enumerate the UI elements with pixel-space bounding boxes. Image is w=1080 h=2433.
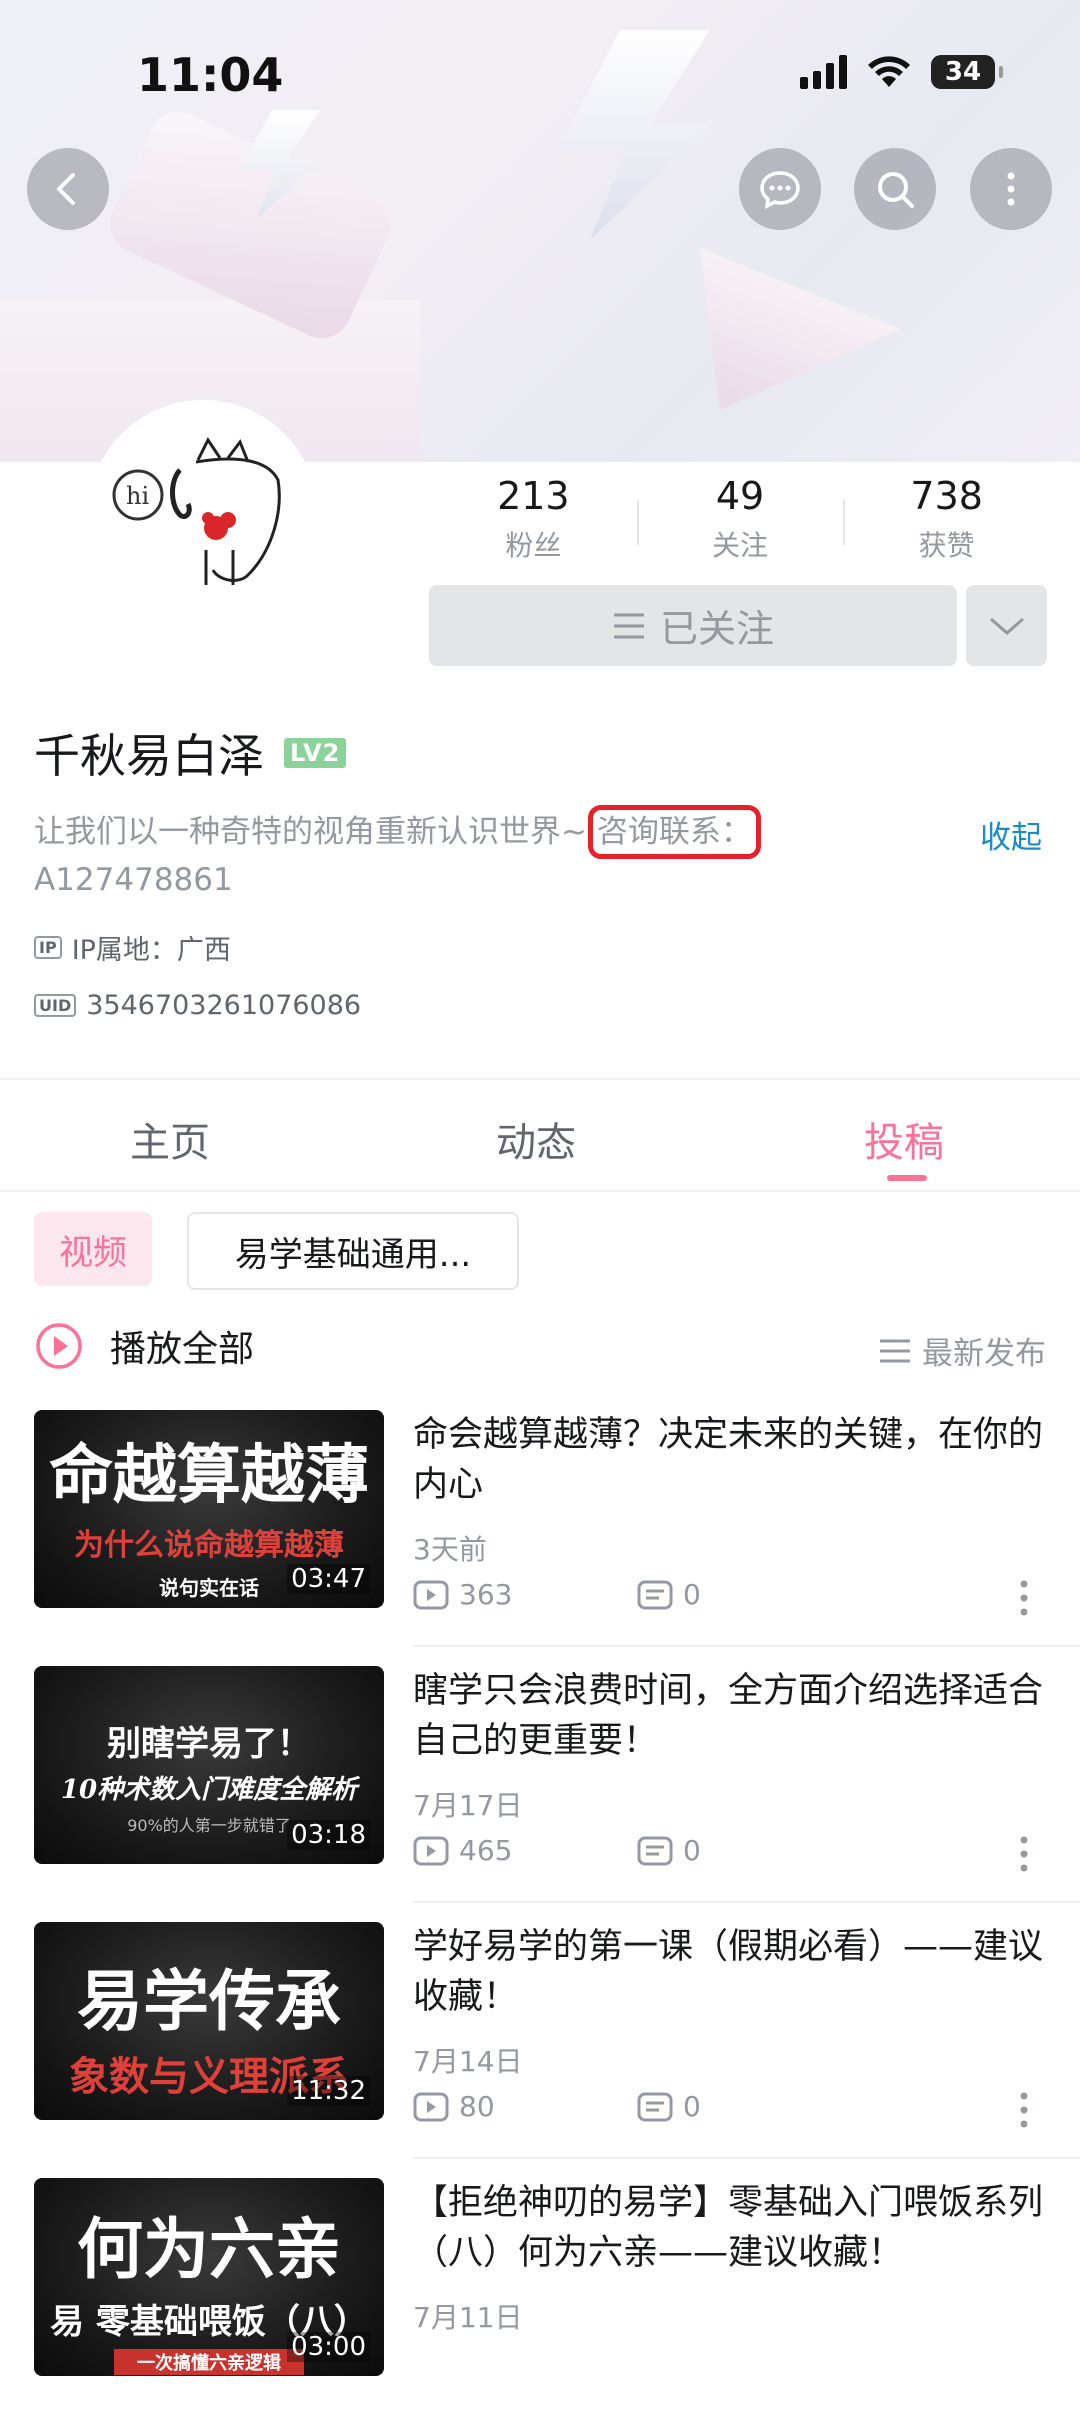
view-count: 363 <box>413 1578 512 1611</box>
avatar[interactable]: hi <box>88 400 318 630</box>
play-all-button[interactable]: 播放全部 <box>34 1320 254 1372</box>
menu-icon <box>613 613 644 638</box>
followed-label: 已关注 <box>659 607 774 651</box>
more-options-icon[interactable] <box>1016 1834 1032 1874</box>
ip-location: IP IP属地：广西 <box>34 928 231 967</box>
tab-dynamic[interactable]: 动态 <box>496 1110 576 1168</box>
comment-count: 0 <box>637 1578 701 1611</box>
video-date: 7月11日 <box>413 2301 523 2334</box>
stat-likes[interactable]: 738 获赞 <box>843 470 1050 580</box>
wifi-icon <box>868 56 910 87</box>
video-date: 3天前 <box>413 1533 487 1566</box>
search-icon <box>878 172 914 208</box>
video-title[interactable]: 命会越算越薄？决定未来的关键，在你的内心 <box>413 1410 1043 1510</box>
divider <box>413 1901 1080 1903</box>
chevron-down-icon <box>989 617 1024 635</box>
ip-icon: IP <box>34 936 62 959</box>
video-duration: 03:18 <box>287 1820 370 1850</box>
video-date: 7月14日 <box>413 2045 523 2078</box>
uid-icon: UID <box>34 994 77 1017</box>
video-thumbnail[interactable]: 命越算越薄 为什么说命越算越薄 说句实在话 03:47 <box>34 1410 384 1608</box>
video-thumbnail[interactable]: 何为六亲 易 零基础喂饭（八） 一次搞懂六亲逻辑 03:00 <box>34 2178 384 2376</box>
stat-fans[interactable]: 213 粉丝 <box>430 470 637 580</box>
menu-icon <box>880 1339 910 1362</box>
message-button[interactable] <box>739 148 821 230</box>
video-duration: 03:00 <box>287 2332 370 2362</box>
back-button[interactable] <box>27 148 109 230</box>
svg-text:hi: hi <box>126 482 149 510</box>
video-thumbnail[interactable]: 易学传承 象数与义理派系 11:32 <box>34 1922 384 2120</box>
comment-icon <box>637 2092 673 2121</box>
more-options-icon[interactable] <box>1016 2090 1032 2130</box>
divider <box>0 1190 1080 1192</box>
tab-submissions[interactable]: 投稿 <box>864 1110 944 1168</box>
tab-home[interactable]: 主页 <box>130 1110 210 1168</box>
play-count-icon <box>413 1580 449 1609</box>
play-circle-icon <box>36 1323 82 1369</box>
filter-video-chip[interactable]: 视频 <box>34 1212 152 1286</box>
battery-icon: 34 <box>931 55 1003 89</box>
level-badge: LV2 <box>284 738 347 768</box>
play-count-icon <box>413 2092 449 2121</box>
message-icon <box>760 171 800 210</box>
followed-button[interactable]: 已关注 <box>429 585 957 666</box>
filter-category-chip[interactable]: 易学基础通用... <box>187 1212 519 1290</box>
contact-highlight: 咨询联系： <box>587 805 761 859</box>
video-title[interactable]: 学好易学的第一课（假期必看）——建议收藏！ <box>413 1922 1043 2022</box>
collapse-link[interactable]: 收起 <box>980 812 1042 857</box>
divider <box>413 2157 1080 2159</box>
uid-row: UID 3546703261076086 <box>34 990 361 1021</box>
more-options-icon[interactable] <box>1016 1578 1032 1618</box>
divider <box>413 1645 1080 1647</box>
username: 千秋易白泽 LV2 <box>34 720 347 786</box>
video-item[interactable]: 命越算越薄 为什么说命越算越薄 说句实在话 03:47 命会越算越薄？决定未来的… <box>0 1410 1080 1665</box>
more-icon <box>1007 172 1015 206</box>
video-item[interactable]: 别瞎学易了！ 10种术数入门难度全解析 90%的人第一步就错了 03:18 瞎学… <box>0 1666 1080 1921</box>
comment-count: 0 <box>637 2090 701 2123</box>
bio: 让我们以一种奇特的视角重新认识世界~ 咨询联系： A127478861 <box>34 805 761 898</box>
video-duration: 03:47 <box>287 1564 370 1594</box>
video-item[interactable]: 何为六亲 易 零基础喂饭（八） 一次搞懂六亲逻辑 03:00 【拒绝神叨的易学】… <box>0 2178 1080 2433</box>
profile-tabs: 主页 动态 投稿 <box>0 1080 1080 1190</box>
status-bar: 11:04 34 <box>0 0 1080 150</box>
status-time: 11:04 <box>137 48 284 102</box>
video-item[interactable]: 易学传承 象数与义理派系 11:32 学好易学的第一课（假期必看）——建议收藏！… <box>0 1922 1080 2177</box>
follow-dropdown-button[interactable] <box>966 585 1047 666</box>
view-count: 80 <box>413 2090 495 2123</box>
comment-icon <box>637 1836 673 1865</box>
comment-icon <box>637 1580 673 1609</box>
back-icon <box>57 173 75 205</box>
profile-stats: 213 粉丝 49 关注 738 获赞 <box>430 470 1050 580</box>
play-count-icon <box>413 1836 449 1865</box>
view-count: 465 <box>413 1834 512 1867</box>
sort-button[interactable]: 最新发布 <box>878 1328 1046 1373</box>
signal-icon <box>800 55 847 89</box>
video-date: 7月17日 <box>413 1789 523 1822</box>
video-title[interactable]: 瞎学只会浪费时间，全方面介绍选择适合自己的更重要！ <box>413 1666 1043 1766</box>
stat-following[interactable]: 49 关注 <box>636 470 844 580</box>
video-duration: 11:32 <box>287 2076 370 2106</box>
video-thumbnail[interactable]: 别瞎学易了！ 10种术数入门难度全解析 90%的人第一步就错了 03:18 <box>34 1666 384 1864</box>
search-button[interactable] <box>854 148 936 230</box>
active-tab-indicator <box>887 1175 927 1181</box>
comment-count: 0 <box>637 1834 701 1867</box>
video-title[interactable]: 【拒绝神叨的易学】零基础入门喂饭系列（八）何为六亲——建议收藏！ <box>413 2178 1043 2278</box>
more-button[interactable] <box>970 148 1052 230</box>
